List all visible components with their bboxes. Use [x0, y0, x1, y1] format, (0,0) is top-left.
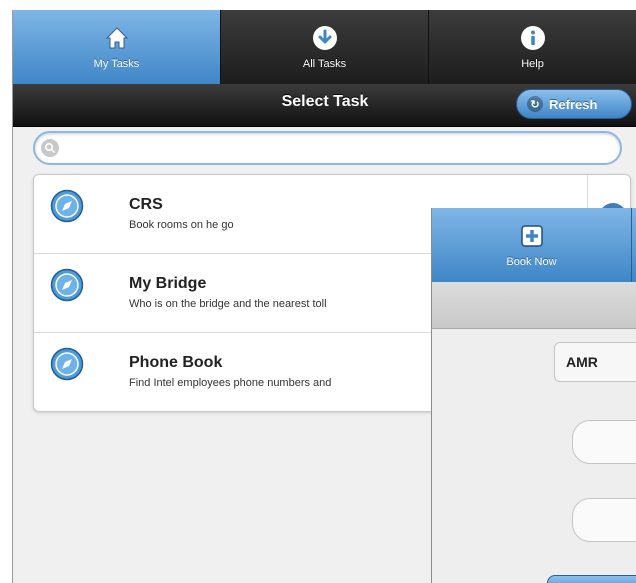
book-now-panel: Book Now AMR — [431, 208, 636, 583]
refresh-icon: ↻ — [527, 96, 543, 112]
page-header: Select Task ↻ Refresh — [13, 84, 636, 127]
task-title: My Bridge — [129, 275, 207, 292]
tab-help[interactable]: Help — [429, 10, 636, 84]
tab-label: My Tasks — [93, 58, 140, 70]
task-title: Phone Book — [129, 354, 223, 371]
tab-book-now[interactable]: Book Now — [432, 208, 636, 282]
refresh-button[interactable]: ↻ Refresh — [516, 89, 632, 119]
text-field[interactable] — [572, 498, 636, 542]
task-description: Find Intel employees phone numbers and — [129, 377, 332, 389]
panel-navbar: Book Now — [432, 208, 636, 282]
app-window: My Tasks All Tasks Help Select Task ↻ Re… — [12, 10, 636, 583]
task-title: CRS — [129, 196, 163, 213]
info-icon — [520, 26, 545, 50]
task-description: Who is on the bridge and the nearest tol… — [129, 298, 327, 310]
panel-header — [432, 282, 636, 329]
search-input[interactable] — [33, 131, 622, 165]
home-icon — [105, 27, 128, 49]
refresh-label: Refresh — [549, 96, 598, 112]
top-navbar: My Tasks All Tasks Help — [13, 10, 636, 85]
compass-icon — [50, 189, 84, 223]
tab-all-tasks[interactable]: All Tasks — [221, 10, 429, 84]
tab-label: All Tasks — [302, 58, 347, 70]
tab-label: Book Now — [506, 256, 557, 268]
region-select[interactable]: AMR — [554, 342, 636, 382]
task-description: Book rooms on he go — [129, 219, 234, 231]
tab-my-tasks[interactable]: My Tasks — [13, 10, 221, 84]
compass-icon — [50, 268, 84, 302]
download-icon — [312, 26, 337, 50]
tab-label: Help — [521, 58, 544, 70]
search-icon — [41, 139, 59, 157]
text-field[interactable] — [572, 420, 636, 464]
compass-icon — [50, 347, 84, 381]
submit-button[interactable] — [547, 575, 636, 583]
plus-icon — [520, 225, 543, 247]
tab-book-now-inner: Book Now — [432, 208, 632, 282]
